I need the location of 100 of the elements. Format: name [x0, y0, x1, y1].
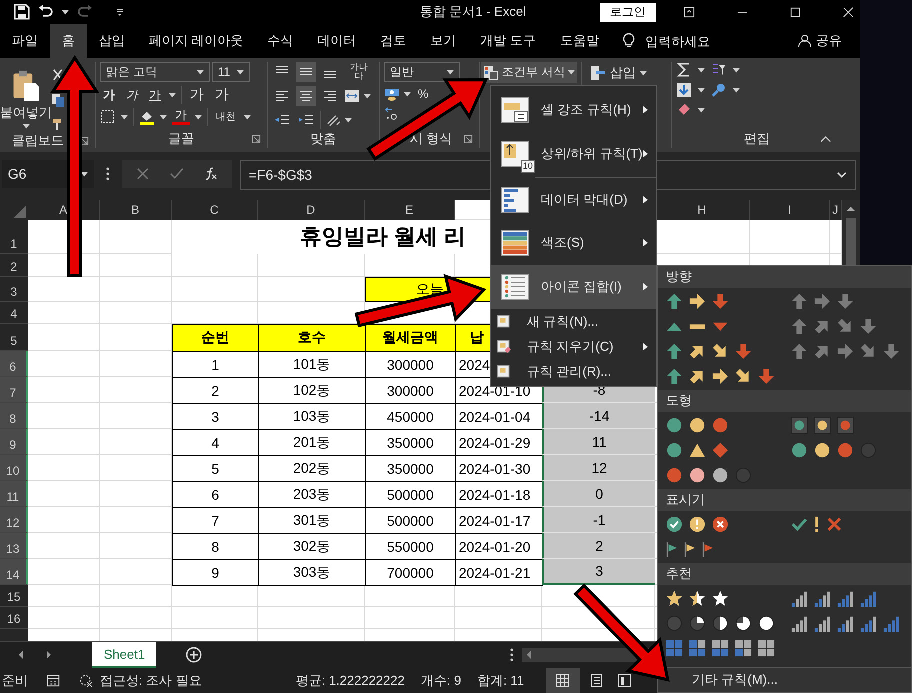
ribbon-tab[interactable]: 검토 — [368, 24, 419, 58]
sheet-tab[interactable]: Sheet1 — [92, 642, 156, 668]
font-name-dropdown[interactable]: 맑은 고딕 — [100, 62, 210, 82]
expand-icon[interactable] — [837, 172, 847, 178]
share-button[interactable]: 공유 — [798, 32, 842, 50]
scroll-left-icon[interactable] — [526, 650, 532, 660]
next-sheet-icon[interactable] — [46, 650, 52, 660]
font-size-dropdown[interactable]: 11 — [212, 62, 250, 82]
decrease-font-button[interactable]: 가 — [212, 86, 232, 104]
row-header[interactable]: 13 — [0, 533, 28, 559]
caret-icon — [698, 108, 705, 112]
currency-icon[interactable] — [384, 86, 400, 102]
column-heading: 호수 — [258, 324, 366, 352]
maximize-icon[interactable] — [790, 6, 801, 18]
previous-sheet-icon[interactable] — [18, 650, 24, 660]
login-button[interactable]: 로그인 — [600, 2, 656, 22]
row-header[interactable]: 1 — [0, 220, 28, 254]
caret-icon — [733, 68, 740, 72]
macro-record-icon[interactable] — [46, 673, 61, 688]
conditional-formatting-button[interactable]: 조건부 서식 — [481, 62, 578, 83]
percent-button[interactable]: % — [415, 87, 432, 101]
collapse-ribbon-icon[interactable] — [820, 136, 832, 142]
ribbon-tab[interactable]: 수식 — [256, 24, 306, 58]
row-header[interactable]: 2 — [0, 254, 28, 277]
group-label: 클립보드 — [12, 132, 64, 150]
cancel-icon[interactable] — [136, 167, 150, 181]
autosum-icon[interactable] — [676, 62, 692, 78]
table-cell: 0 — [542, 481, 655, 507]
function-icon[interactable] — [204, 167, 218, 181]
wrap-text-button[interactable]: 가나 다 — [350, 63, 368, 81]
circle-icon — [666, 417, 683, 434]
menu-item[interactable]: 데이터 막대(D) — [535, 177, 656, 221]
select-all-icon[interactable] — [14, 206, 26, 218]
ribbon-tab[interactable]: 삽입 — [87, 24, 137, 58]
row-header[interactable]: 11 — [0, 481, 28, 507]
more-icon[interactable] — [510, 648, 514, 662]
row-header[interactable]: 6 — [0, 351, 28, 377]
row-header[interactable]: 16 — [0, 607, 28, 629]
save-icon[interactable] — [14, 4, 30, 20]
menu-item[interactable]: 아이콘 집합(I) — [491, 265, 656, 309]
fill-color-icon[interactable] — [139, 109, 155, 125]
more-icon[interactable] — [106, 167, 110, 181]
row-header[interactable]: 4 — [0, 302, 28, 324]
align-icon[interactable] — [296, 62, 316, 82]
row-header[interactable]: 12 — [0, 507, 28, 533]
caret-icon — [160, 114, 167, 120]
font-color-button[interactable]: 가 — [172, 109, 190, 125]
accessibility-status[interactable]: 접근성: 조사 필요 — [100, 672, 202, 690]
row-header[interactable]: 14 — [0, 559, 28, 585]
dialog-launcher-icon[interactable] — [464, 134, 473, 144]
insert-cells-button[interactable]: 삽입 — [586, 62, 667, 84]
signal-bars-icon — [814, 590, 831, 607]
ribbon-display-icon[interactable] — [684, 6, 695, 18]
row-header[interactable]: 5 — [0, 324, 28, 351]
close-icon[interactable] — [843, 6, 854, 18]
ribbon-tab[interactable]: 개발 도구 — [468, 24, 548, 58]
menu-item[interactable]: 셀 강조 규칙(H) — [491, 88, 656, 132]
search-field[interactable]: 입력하세요 — [643, 32, 728, 50]
copy-icon[interactable] — [50, 92, 66, 108]
check-icon[interactable] — [170, 167, 184, 181]
more-rules-item[interactable]: 기타 규칙(M)... — [658, 667, 911, 692]
diagonal-arrow-icon — [837, 318, 854, 335]
merge-icon[interactable] — [344, 88, 360, 104]
ribbon-tab[interactable]: 보기 — [418, 24, 469, 58]
increase-font-button[interactable]: 가 — [187, 86, 207, 104]
undo-icon[interactable] — [38, 4, 54, 20]
scroll-up-icon[interactable] — [846, 206, 856, 212]
ribbon-tab[interactable]: 파일 — [0, 24, 50, 58]
dialog-launcher-icon[interactable] — [252, 134, 261, 144]
right-arrow-icon — [814, 293, 831, 310]
menu-item[interactable]: 10 상위/하위 규칙(T) — [491, 132, 656, 176]
table-cell: 2024-01-29 — [455, 429, 543, 456]
ribbon-tab[interactable]: 도움말 — [548, 24, 612, 58]
customize-icon[interactable] — [115, 7, 125, 17]
row-header[interactable]: 10 — [0, 455, 28, 481]
ribbon-tab[interactable]: 페이지 레이아웃 — [137, 24, 256, 58]
phonetic-button[interactable]: 내천 — [213, 110, 239, 124]
accessibility-icon[interactable] — [79, 673, 94, 688]
font-style-button[interactable]: 가 — [100, 86, 118, 104]
search-icon[interactable] — [711, 82, 727, 98]
add-sheet-icon[interactable] — [186, 647, 202, 663]
table-cell: 350000 — [365, 455, 456, 482]
row-header[interactable]: 15 — [0, 585, 28, 607]
fill-down-icon[interactable] — [676, 82, 692, 98]
up-arrow-icon — [666, 293, 683, 310]
row-header[interactable]: 3 — [0, 277, 28, 302]
font-style-button[interactable]: 가 — [123, 86, 141, 104]
align-icon[interactable] — [296, 86, 316, 106]
down-arrow-icon — [883, 343, 900, 360]
table-cell: 550000 — [365, 533, 456, 560]
row-header[interactable]: 7 — [0, 377, 28, 403]
ribbon-tab[interactable]: 데이터 — [306, 24, 369, 58]
border-icon[interactable] — [100, 109, 116, 125]
redo-icon[interactable] — [77, 4, 93, 20]
normal-view-button[interactable] — [546, 668, 580, 693]
decimal-icon[interactable] — [384, 106, 400, 122]
row-header[interactable]: 9 — [0, 429, 28, 455]
row-header[interactable]: 8 — [0, 403, 28, 429]
ribbon-tab[interactable]: 홈 — [50, 24, 87, 58]
font-style-button[interactable]: 가 — [146, 86, 164, 104]
